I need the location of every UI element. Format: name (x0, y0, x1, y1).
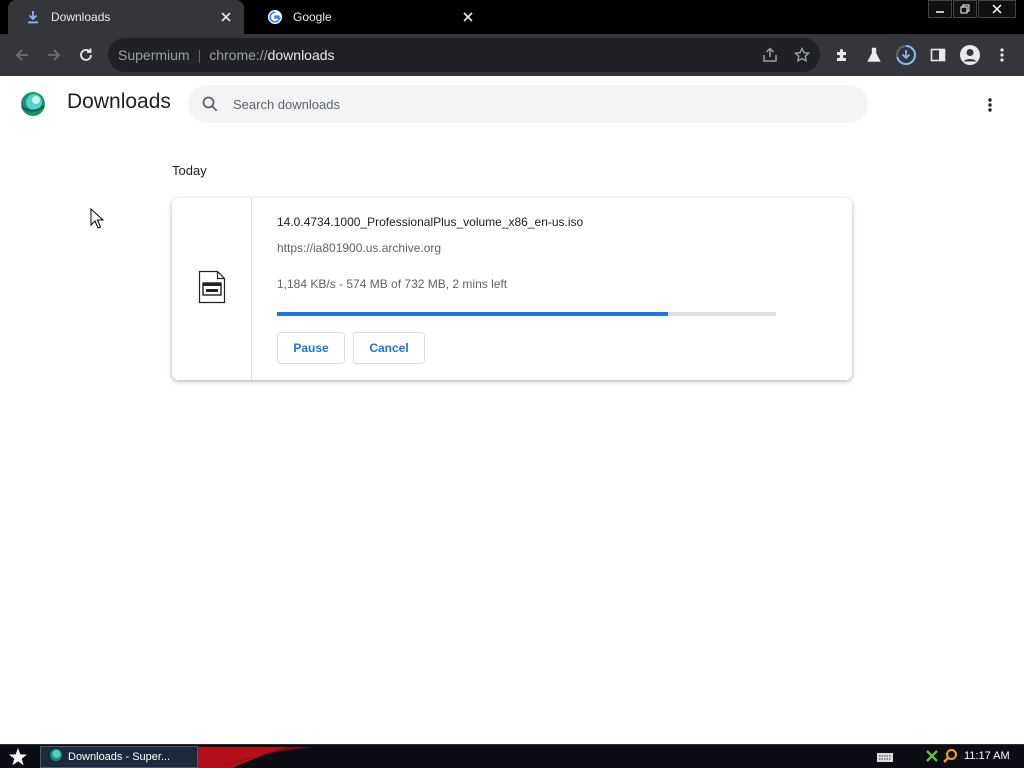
more-actions-icon[interactable] (978, 93, 1002, 117)
side-panel-icon[interactable] (922, 39, 954, 71)
browser-brand: Supermium (118, 47, 190, 63)
download-progress-bar (277, 312, 776, 316)
close-tab-icon[interactable] (214, 5, 238, 29)
tab-downloads[interactable]: Downloads (8, 0, 244, 34)
download-source-url[interactable]: https://ia801900.us.archive.org (277, 241, 441, 255)
close-tab-icon[interactable] (456, 5, 480, 29)
forward-arrow-icon[interactable] (38, 39, 70, 71)
search-tray-icon[interactable] (942, 748, 958, 764)
url-path: downloads (267, 47, 335, 63)
pause-button[interactable]: Pause (277, 332, 345, 364)
keyboard-tray-icon[interactable] (876, 750, 894, 764)
google-icon (267, 9, 283, 25)
supermium-logo-icon (19, 90, 47, 118)
search-downloads-box[interactable] (188, 85, 868, 123)
page-title: Downloads (67, 90, 171, 113)
back-arrow-icon[interactable] (6, 39, 38, 71)
download-icon (25, 9, 41, 25)
url-scheme: chrome:// (209, 47, 268, 63)
file-icon-column (172, 198, 252, 380)
tab-strip: Downloads Google (0, 0, 1024, 34)
taskbar-item-downloads[interactable]: Downloads - Super... (40, 746, 198, 768)
download-item-card: 14.0.4734.1000_ProfessionalPlus_volume_x… (172, 198, 852, 380)
taskbar-clock: 11:17 AM (964, 750, 1010, 762)
address-bar[interactable]: Supermium | chrome://downloads (108, 38, 820, 72)
minimize-icon[interactable] (928, 0, 952, 18)
network-tray-icon[interactable] (924, 748, 940, 764)
labs-flask-icon[interactable] (858, 39, 890, 71)
iso-file-icon (198, 270, 226, 309)
download-file-name[interactable]: 14.0.4734.1000_ProfessionalPlus_volume_x… (277, 215, 583, 229)
search-icon (201, 95, 219, 113)
tab-title: Downloads (51, 10, 111, 24)
bookmark-star-icon[interactable] (786, 39, 818, 71)
date-section-label: Today (172, 163, 207, 178)
taskbar-item-label: Downloads - Super... (68, 751, 171, 763)
downloads-header: Downloads (0, 76, 1024, 134)
browser-menu-icon[interactable] (986, 39, 1018, 71)
tab-google[interactable]: Google (250, 0, 486, 34)
share-icon[interactable] (754, 39, 786, 71)
os-taskbar: Downloads - Super... 11:17 AM (0, 744, 1024, 768)
search-input[interactable] (233, 96, 868, 112)
mouse-cursor-icon (90, 207, 105, 229)
window-close-icon[interactable] (978, 0, 1016, 18)
restore-icon[interactable] (953, 0, 977, 18)
reload-icon[interactable] (70, 39, 102, 71)
extensions-icon[interactable] (826, 39, 858, 71)
profile-avatar-icon[interactable] (954, 39, 986, 71)
cancel-button[interactable]: Cancel (353, 332, 425, 364)
download-status-text: 1,184 KB/s - 574 MB of 732 MB, 2 mins le… (277, 277, 508, 291)
download-progress-icon[interactable] (890, 39, 922, 71)
taskbar-decoration (198, 745, 318, 768)
supermium-task-icon (49, 748, 63, 767)
omnibox-separator: | (197, 47, 202, 63)
tab-title: Google (293, 10, 332, 24)
browser-toolbar: Supermium | chrome://downloads (0, 34, 1024, 76)
download-progress-fill (277, 312, 669, 316)
start-star-icon[interactable] (4, 746, 32, 768)
